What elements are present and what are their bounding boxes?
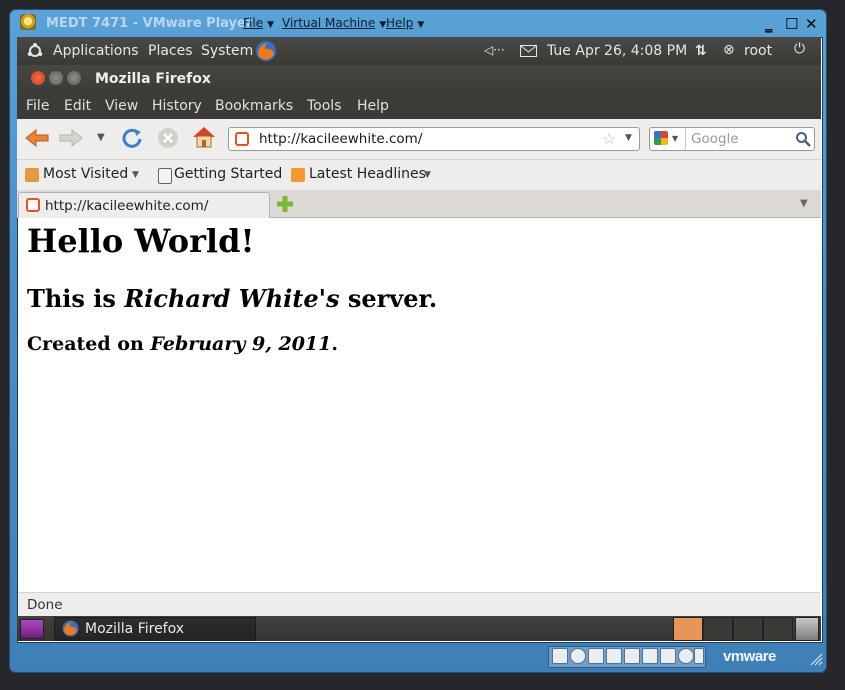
volume-icon[interactable]: ◁··· [484, 43, 505, 57]
maximize-icon[interactable]: ☐ [785, 15, 798, 33]
network-icon[interactable]: ⇅ [695, 43, 707, 59]
window-close-button[interactable] [31, 71, 45, 85]
page-created-date: Created on February 9, 2011. [27, 333, 338, 355]
firefox-window-title: Mozilla Firefox [95, 71, 211, 87]
window-maximize-button[interactable] [67, 71, 81, 85]
menu-file[interactable]: File [26, 98, 49, 114]
firefox-menubar: File Edit View History Bookmarks Tools H… [17, 92, 821, 119]
tab-title[interactable]: http://kacileewhite.com/ [45, 198, 208, 214]
gnome-top-panel: Applications Places System ◁··· Tue Apr … [17, 37, 821, 65]
url-bar[interactable]: http://kacileewhite.com/ ☆ ▼ [228, 127, 640, 151]
trash-icon[interactable] [795, 617, 819, 641]
forward-arrow-icon[interactable] [59, 128, 83, 148]
bookmarks-toolbar: Most Visited ▼ Getting Started Latest He… [17, 160, 821, 190]
url-text[interactable]: http://kacileewhite.com/ [259, 131, 422, 147]
vmware-menu-virtual-machine[interactable]: Virtual Machine ▼ [282, 16, 386, 30]
search-bar[interactable]: ▼ Google [649, 127, 815, 151]
menu-bookmarks[interactable]: Bookmarks [215, 98, 293, 114]
taskbar-firefox-button[interactable]: Mozilla Firefox [54, 617, 256, 641]
url-dropdown-icon[interactable]: ▼ [625, 133, 632, 143]
search-input[interactable]: Google [691, 131, 739, 147]
search-engine-icon[interactable] [654, 131, 668, 145]
vmware-titlebar: MEDT 7471 - VMware Player File ▼ Virtual … [10, 11, 820, 35]
panel-places-menu[interactable]: Places [148, 43, 193, 59]
navigation-toolbar: ▼ http://kacileewhite.com/ ☆ ▼ ▼ Google [17, 119, 821, 160]
search-engine-dropdown-icon[interactable]: ▼ [672, 134, 678, 143]
usb-controller-icon[interactable] [642, 648, 658, 664]
workspace-switcher-2[interactable] [703, 617, 733, 641]
site-favicon-icon [235, 132, 249, 146]
workspace-switcher-active[interactable] [673, 617, 703, 641]
history-dropdown-icon[interactable]: ▼ [97, 132, 105, 143]
latest-headlines-dropdown-icon[interactable]: ▼ [424, 170, 431, 180]
home-icon[interactable] [191, 125, 217, 149]
workspace-switcher-4[interactable] [763, 617, 793, 641]
vmware-logo: vmware [723, 648, 776, 665]
menu-help[interactable]: Help [357, 98, 389, 114]
workspace-switcher-3[interactable] [733, 617, 763, 641]
bookmark-most-visited[interactable]: Most Visited [43, 166, 128, 182]
vmware-statusbar: vmware [10, 641, 826, 671]
firefox-titlebar: Mozilla Firefox [17, 65, 821, 92]
tab-favicon-icon [26, 198, 40, 212]
page-heading: Hello World! [27, 222, 255, 260]
firefox-statusbar: Done [18, 592, 820, 616]
ubuntu-logo-icon [27, 43, 43, 57]
tab-bar: http://kacileewhite.com/ ▼ [17, 190, 821, 218]
menu-view[interactable]: View [105, 98, 138, 114]
floppy-icon[interactable] [588, 648, 604, 664]
vmware-menu-file[interactable]: File ▼ [243, 16, 274, 30]
resize-grip-icon[interactable] [807, 650, 823, 666]
bookmark-star-icon[interactable]: ☆ [602, 129, 616, 148]
taskbar-window-label: Mozilla Firefox [85, 621, 185, 637]
search-divider [685, 128, 686, 150]
panel-system-menu[interactable]: System [201, 43, 253, 59]
menu-history[interactable]: History [152, 98, 202, 114]
sound-card-icon[interactable] [660, 648, 676, 664]
close-icon[interactable]: ✕ [805, 15, 818, 33]
stop-icon[interactable] [157, 127, 179, 149]
back-arrow-icon[interactable] [25, 128, 49, 148]
cd-rom-icon[interactable] [570, 648, 586, 664]
page-content: Hello World! This is Richard White's ser… [18, 218, 820, 592]
minimize-icon[interactable]: ‗ [765, 15, 773, 33]
power-icon[interactable]: ⏻ [794, 41, 805, 57]
vmware-menu-help[interactable]: Help ▼ [386, 16, 424, 30]
show-desktop-icon[interactable] [20, 619, 44, 639]
most-visited-dropdown-icon[interactable]: ▼ [132, 170, 139, 180]
menu-tools[interactable]: Tools [307, 98, 342, 114]
rss-feed-icon [291, 168, 305, 182]
panel-clock[interactable]: Tue Apr 26, 4:08 PM [547, 43, 687, 59]
new-tab-plus-icon[interactable] [276, 195, 294, 213]
bluetooth-icon[interactable] [678, 648, 694, 664]
mail-icon[interactable] [520, 45, 537, 57]
hard-disk-icon[interactable] [552, 648, 568, 664]
vmware-app-icon [20, 14, 36, 30]
panel-username[interactable]: root [744, 43, 772, 59]
tab-kacileewhite[interactable]: http://kacileewhite.com/ [18, 192, 270, 218]
vmware-window-title: MEDT 7471 - VMware Player [46, 16, 253, 31]
firefox-launcher-icon[interactable] [255, 40, 277, 62]
most-visited-folder-icon [25, 168, 39, 182]
search-icon[interactable] [795, 131, 811, 147]
network-adapter-icon[interactable] [606, 648, 622, 664]
bookmark-latest-headlines[interactable]: Latest Headlines [309, 166, 426, 182]
reload-icon[interactable] [121, 127, 143, 149]
status-text: Done [27, 597, 63, 613]
window-minimize-button[interactable] [49, 71, 63, 85]
message-log-icon[interactable] [694, 648, 704, 664]
bookmark-getting-started[interactable]: Getting Started [174, 166, 282, 182]
gnome-bottom-panel: Mozilla Firefox [17, 616, 821, 641]
menu-edit[interactable]: Edit [64, 98, 91, 114]
panel-applications-menu[interactable]: Applications [53, 43, 139, 59]
printer-icon[interactable] [624, 648, 640, 664]
taskbar-firefox-icon [62, 620, 79, 637]
tab-list-dropdown-icon[interactable]: ▼ [800, 198, 808, 209]
page-subheading: This is Richard White's server. [27, 284, 438, 313]
getting-started-page-icon [158, 168, 172, 184]
user-status-icon[interactable]: ⊗ [723, 42, 735, 58]
